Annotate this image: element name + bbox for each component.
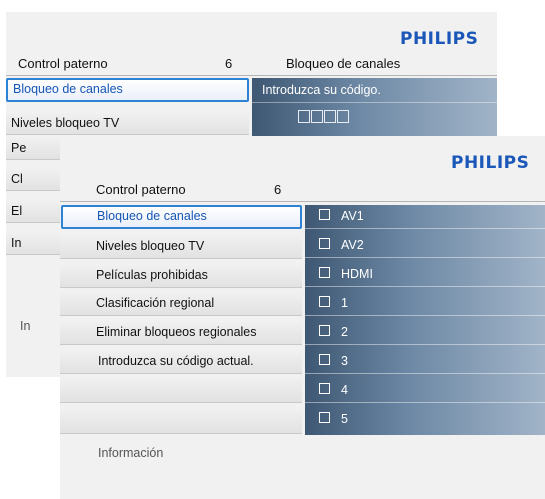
row-divider <box>305 344 545 345</box>
channel-row[interactable]: 2 <box>305 321 545 345</box>
row-divider <box>305 402 545 403</box>
row-divider <box>305 257 545 258</box>
row-divider <box>305 373 545 374</box>
header-divider <box>60 201 545 202</box>
philips-logo: PHILIPS <box>400 29 479 49</box>
menu-item-partial-3[interactable]: El <box>6 201 66 223</box>
row-divider <box>305 286 545 287</box>
philips-logo: PHILIPS <box>451 153 530 173</box>
checkbox-icon[interactable] <box>319 412 330 423</box>
channel-row[interactable]: HDMI <box>305 263 545 287</box>
channel-label: 1 <box>341 296 348 310</box>
menu-item-empty-2[interactable] <box>60 409 302 434</box>
channel-row[interactable]: 3 <box>305 350 545 374</box>
menu-item-empty-1[interactable] <box>60 378 302 403</box>
channel-list-panel: AV1 AV2 HDMI 1 2 3 4 5 <box>305 205 545 435</box>
menu-item-eliminar-bloqueos[interactable]: Eliminar bloqueos regionales <box>60 322 302 345</box>
menu-item-partial-4[interactable]: In <box>6 233 66 255</box>
menu-item-bloqueo-canales[interactable]: Bloqueo de canales <box>6 78 249 102</box>
channel-label: HDMI <box>341 267 373 281</box>
menu-item-clasificacion-regional[interactable]: Clasificación regional <box>60 293 302 316</box>
channel-row[interactable]: 4 <box>305 379 545 403</box>
menu-item-partial-1[interactable]: Pe <box>6 138 66 160</box>
channel-label: AV2 <box>341 238 364 252</box>
channel-label: 4 <box>341 383 348 397</box>
header-submenu-title: Bloqueo de canales <box>286 56 401 71</box>
menu-item-bloqueo-canales[interactable]: Bloqueo de canales <box>61 205 302 229</box>
menu-item-partial-2[interactable]: Cl <box>6 169 66 191</box>
code-digit-2[interactable] <box>311 110 323 123</box>
header-number: 6 <box>274 182 282 197</box>
header-number: 6 <box>225 56 233 71</box>
checkbox-icon[interactable] <box>319 325 330 336</box>
checkbox-icon[interactable] <box>319 296 330 307</box>
code-digit-1[interactable] <box>298 110 310 123</box>
channel-row[interactable]: 1 <box>305 292 545 316</box>
channel-label: AV1 <box>341 209 364 223</box>
header-divider <box>6 75 497 76</box>
channel-label: 5 <box>341 412 348 426</box>
checkbox-icon[interactable] <box>319 354 330 365</box>
menu-item-introduzca-codigo[interactable]: Introduzca su código actual. <box>60 351 302 374</box>
channel-row[interactable]: AV2 <box>305 234 545 258</box>
header-title: Control paterno <box>18 56 108 71</box>
front-window: PHILIPS Control paterno 6 Bloqueo de can… <box>60 136 545 499</box>
code-digit-4[interactable] <box>337 110 349 123</box>
channel-row[interactable]: 5 <box>305 408 545 432</box>
menu-item-niveles-bloqueo[interactable]: Niveles bloqueo TV <box>60 236 302 259</box>
code-prompt: Introduzca su código. <box>262 83 381 97</box>
channel-label: 3 <box>341 354 348 368</box>
header-title: Control paterno <box>96 182 186 197</box>
checkbox-icon[interactable] <box>319 267 330 278</box>
info-label: In <box>20 319 31 333</box>
checkbox-icon[interactable] <box>319 383 330 394</box>
checkbox-icon[interactable] <box>319 209 330 220</box>
row-divider <box>305 228 545 229</box>
code-divider <box>252 102 497 103</box>
menu-item-peliculas-prohibidas[interactable]: Películas prohibidas <box>60 265 302 288</box>
channel-label: 2 <box>341 325 348 339</box>
info-label: Información <box>98 446 164 460</box>
row-divider <box>305 315 545 316</box>
menu-item-niveles[interactable]: Niveles bloqueo TV <box>6 113 249 135</box>
code-digit-3[interactable] <box>324 110 336 123</box>
checkbox-icon[interactable] <box>319 238 330 249</box>
channel-row[interactable]: AV1 <box>305 205 545 229</box>
